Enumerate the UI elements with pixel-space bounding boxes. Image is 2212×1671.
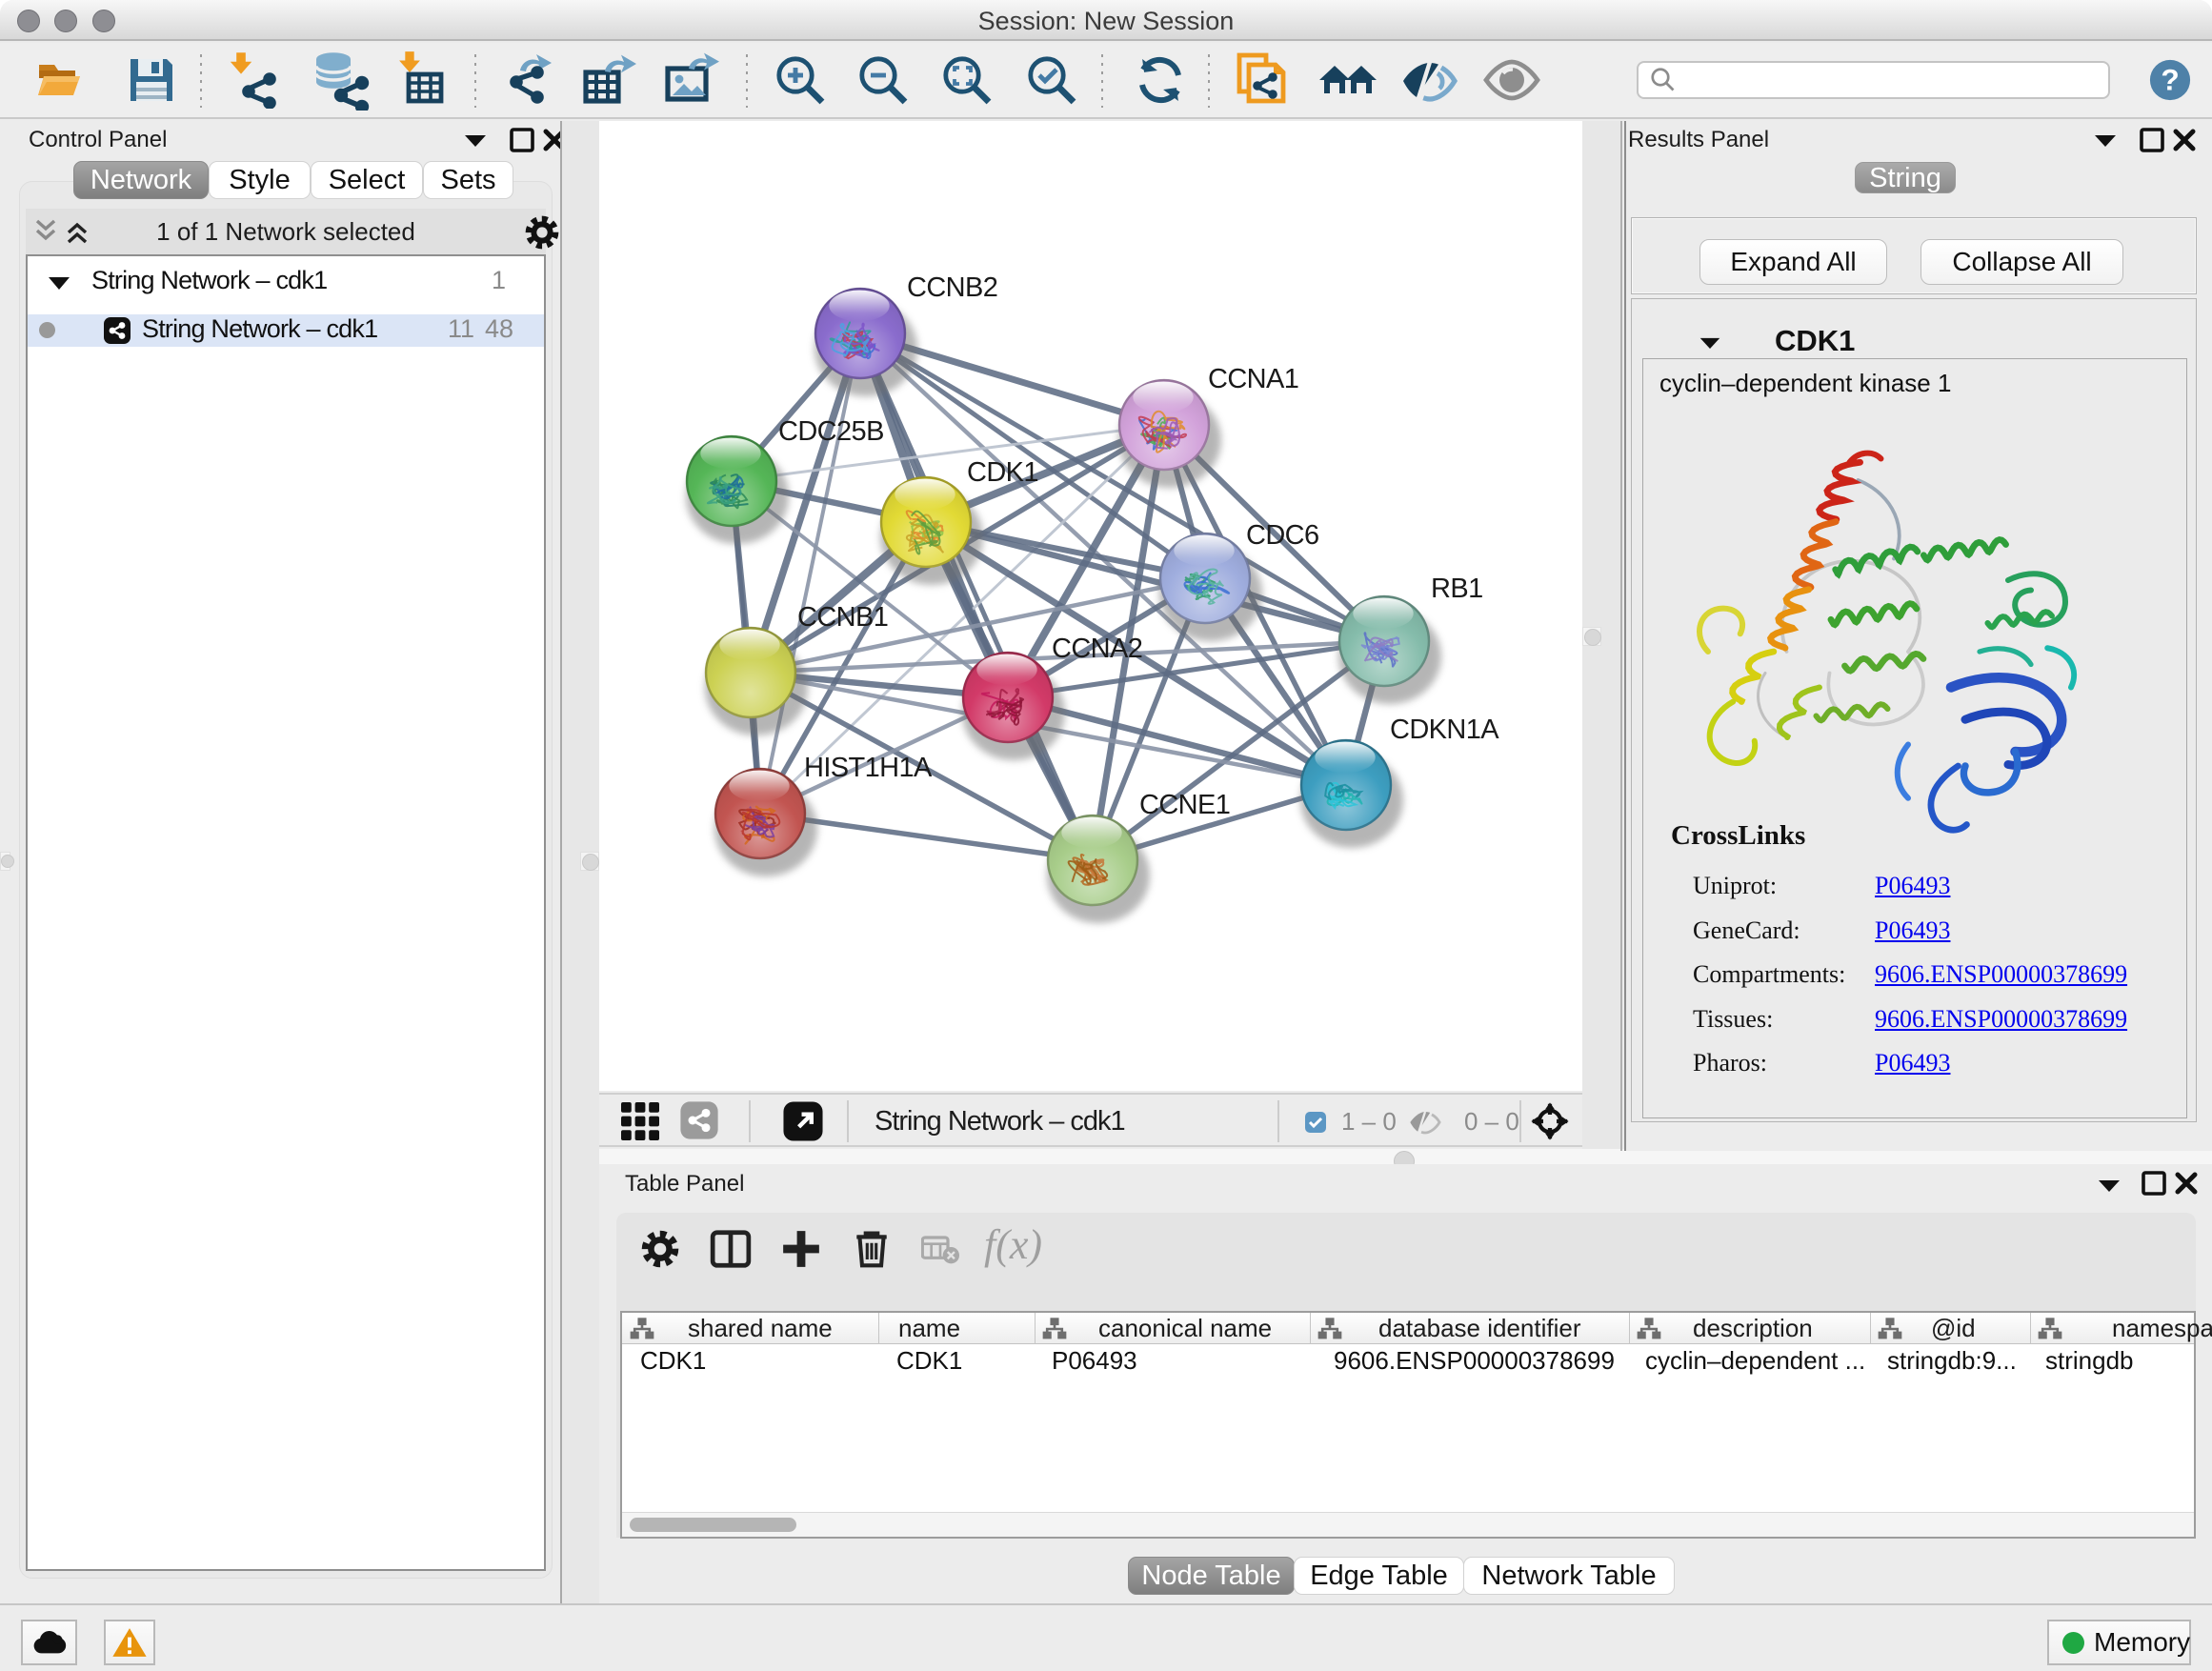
svg-text:CCNB1: CCNB1: [797, 602, 888, 633]
svg-text:CDC25B: CDC25B: [778, 416, 884, 447]
svg-text:CCNE1: CCNE1: [1139, 790, 1230, 820]
svg-text:RB1: RB1: [1431, 574, 1483, 604]
svg-text:CCNA2: CCNA2: [1052, 634, 1142, 664]
svg-text:CCNB2: CCNB2: [907, 272, 997, 303]
svg-text:?: ?: [2161, 62, 2179, 96]
svg-text:CDKN1A: CDKN1A: [1390, 715, 1499, 745]
svg-text:CDC6: CDC6: [1246, 520, 1319, 551]
svg-text:CCNA1: CCNA1: [1208, 364, 1298, 394]
svg-text:CDK1: CDK1: [967, 457, 1038, 488]
svg-text:HIST1H1A: HIST1H1A: [804, 753, 933, 783]
